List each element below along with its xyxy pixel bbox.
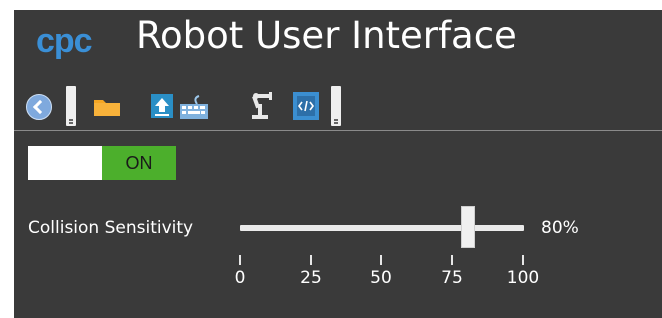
slider-tick-label-0: 0 xyxy=(234,268,246,288)
toolbar xyxy=(14,80,662,132)
toggle-on-label[interactable]: ON xyxy=(102,146,176,180)
keyboard-icon[interactable] xyxy=(179,94,209,120)
upload-icon[interactable] xyxy=(151,94,173,118)
slider-tick-0 xyxy=(239,255,241,265)
slider-tick-100 xyxy=(522,255,524,265)
collision-sensitivity-slider-thumb[interactable] xyxy=(461,206,475,248)
collision-sensitivity-slider-track[interactable] xyxy=(240,225,524,231)
app-window: cpc Robot User Interface ON Collision Se… xyxy=(14,10,662,318)
cpc-logo: cpc xyxy=(36,22,93,60)
slider-tick-label-25: 25 xyxy=(300,268,322,288)
slider-tick-label-100: 100 xyxy=(506,268,540,288)
code-icon[interactable] xyxy=(293,92,319,120)
slider-tick-label-75: 75 xyxy=(441,268,463,288)
robot-arm-icon[interactable] xyxy=(246,90,276,120)
power-toggle[interactable]: ON xyxy=(28,146,176,180)
slider-tick-50 xyxy=(380,255,382,265)
toolbar-grip-right[interactable] xyxy=(331,86,341,126)
toolbar-grip-left[interactable] xyxy=(66,86,76,126)
collision-sensitivity-value: 80% xyxy=(541,218,579,238)
collision-sensitivity-label: Collision Sensitivity xyxy=(28,218,194,238)
slider-tick-25 xyxy=(310,255,312,265)
folder-icon[interactable] xyxy=(93,97,121,117)
slider-tick-75 xyxy=(451,255,453,265)
back-icon[interactable] xyxy=(26,94,52,120)
toggle-off-side[interactable] xyxy=(28,146,102,180)
divider xyxy=(14,130,662,131)
page-title: Robot User Interface xyxy=(136,14,517,57)
slider-tick-label-50: 50 xyxy=(370,268,392,288)
